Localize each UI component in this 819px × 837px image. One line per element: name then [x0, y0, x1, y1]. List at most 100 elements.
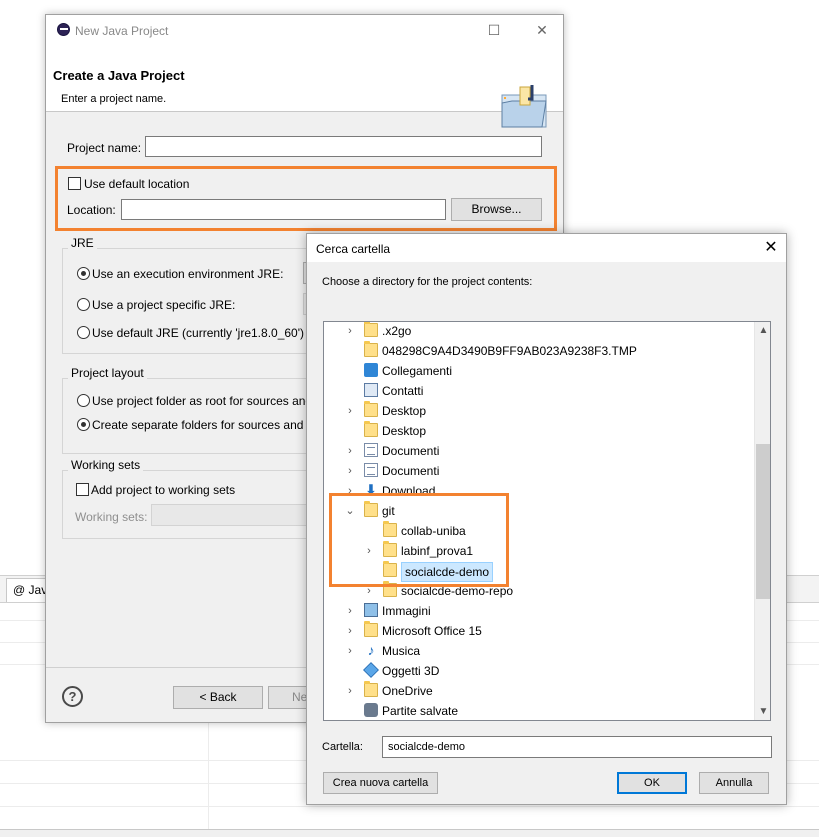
project-layout-group-title: Project layout: [68, 366, 147, 380]
project-folder-root-label: Use project folder as root for sources a…: [92, 394, 313, 408]
chevron-right-icon[interactable]: ›: [345, 444, 355, 458]
status-bar: [0, 829, 819, 837]
tree-item[interactable]: Partite salvate: [324, 701, 754, 720]
chevron-right-icon: [345, 384, 355, 398]
maximize-icon[interactable]: ☐: [484, 20, 504, 40]
folder-icon: [364, 621, 378, 637]
tree-item-label: Immagini: [382, 604, 431, 618]
links-icon: [364, 363, 378, 377]
separate-folders-label: Create separate folders for sources and …: [92, 418, 313, 432]
tree-item[interactable]: › Documenti: [324, 461, 754, 481]
wizard-heading: Create a Java Project: [53, 68, 185, 83]
location-highlight-box: [55, 166, 557, 231]
tree-item[interactable]: 048298C9A4D3490B9FF9AB023A9238F3.TMP: [324, 341, 754, 361]
scroll-thumb[interactable]: [756, 444, 770, 599]
tree-item[interactable]: Desktop: [324, 421, 754, 441]
chevron-right-icon[interactable]: ›: [345, 644, 355, 658]
chevron-right-icon: [345, 704, 355, 718]
tree-item-label: Microsoft Office 15: [382, 624, 482, 638]
javadoc-tab[interactable]: @ Jav: [6, 578, 50, 602]
chevron-right-icon[interactable]: ›: [345, 604, 355, 618]
tree-item[interactable]: Collegamenti: [324, 361, 754, 381]
tree-item-label: Desktop: [382, 424, 427, 438]
tree-item-label: OneDrive: [382, 684, 433, 698]
working-sets-field[interactable]: [151, 504, 311, 526]
tree-item[interactable]: › OneDrive: [324, 681, 754, 701]
tree-item-label: Partite salvate: [382, 704, 459, 718]
tree-scrollbar[interactable]: ▲ ▼: [754, 322, 770, 720]
project-name-input[interactable]: [145, 136, 542, 157]
tree-item[interactable]: › ♪ Musica: [324, 641, 754, 661]
chevron-right-icon[interactable]: ›: [345, 324, 355, 338]
new-folder-button[interactable]: Crea nuova cartella: [323, 772, 438, 794]
chevron-right-icon: [345, 664, 355, 678]
separate-folders-radio[interactable]: [77, 418, 90, 431]
tree-item[interactable]: › Immagini: [324, 601, 754, 621]
chevron-right-icon: [345, 344, 355, 358]
project-name-label: Project name:: [67, 141, 142, 155]
chevron-right-icon: [345, 424, 355, 438]
instruction-text: Choose a directory for the project conte…: [322, 276, 533, 288]
tree-item-label: Documenti: [382, 464, 440, 478]
close-icon[interactable]: ✕: [760, 237, 782, 259]
grid-line: [0, 806, 819, 807]
tree-item-label: .x2go: [382, 324, 412, 338]
ok-button[interactable]: OK: [617, 772, 687, 794]
tree-item-label: Oggetti 3D: [382, 664, 440, 678]
eclipse-icon: [57, 23, 70, 36]
chevron-right-icon[interactable]: ›: [345, 624, 355, 638]
working-sets-group-title: Working sets: [68, 458, 144, 472]
contacts-icon: [364, 383, 378, 397]
music-icon: ♪: [367, 642, 375, 658]
project-folder-root-radio[interactable]: [77, 394, 90, 407]
close-icon[interactable]: ✕: [532, 20, 552, 40]
tree-item[interactable]: › Documenti: [324, 441, 754, 461]
tree-item-label: Musica: [382, 644, 421, 658]
project-specific-jre-label: Use a project specific JRE:: [92, 298, 236, 312]
folder-icon: [364, 421, 378, 437]
default-jre-radio[interactable]: [77, 326, 90, 339]
folder-icon: [364, 322, 378, 337]
tree-item-label: Documenti: [382, 444, 440, 458]
chevron-right-icon[interactable]: ›: [345, 464, 355, 478]
tree-item-label: 048298C9A4D3490B9FF9AB023A9238F3.TMP: [382, 344, 637, 358]
wizard-header: Create a Java Project Enter a project na…: [46, 45, 563, 128]
chevron-right-icon: [345, 364, 355, 378]
window-title: Cerca cartella: [316, 242, 391, 256]
execution-environment-radio[interactable]: [77, 267, 90, 280]
next-button[interactable]: Ne: [268, 686, 308, 709]
default-jre-label: Use default JRE (currently 'jre1.8.0_60'…: [92, 326, 305, 340]
document-icon: [364, 463, 378, 477]
folder-icon: [364, 341, 378, 357]
title-bar: New Java Project ☐ ✕: [46, 15, 563, 45]
back-button[interactable]: < Back: [173, 686, 263, 709]
saved-games-icon: [364, 703, 378, 717]
folder-icon: [364, 681, 378, 697]
scroll-up-icon[interactable]: ▲: [755, 322, 770, 339]
pictures-icon: [364, 603, 378, 617]
tree-item[interactable]: › Desktop: [324, 401, 754, 421]
tree-item[interactable]: › Microsoft Office 15: [324, 621, 754, 641]
document-icon: [364, 443, 378, 457]
help-icon[interactable]: ?: [62, 686, 83, 707]
title-bar: Cerca cartella ✕: [307, 234, 786, 262]
tree-item[interactable]: Contatti: [324, 381, 754, 401]
tree-item-label: Collegamenti: [382, 364, 453, 378]
project-specific-jre-radio[interactable]: [77, 298, 90, 311]
add-to-working-sets-checkbox[interactable]: [76, 483, 89, 496]
tree-item[interactable]: › .x2go: [324, 322, 754, 341]
window-title: New Java Project: [75, 24, 169, 38]
tree-item-label: Desktop: [382, 404, 427, 418]
chevron-right-icon[interactable]: ›: [345, 684, 355, 698]
add-to-working-sets-label: Add project to working sets: [91, 483, 236, 497]
chevron-right-icon[interactable]: ›: [345, 404, 355, 418]
execution-environment-label: Use an execution environment JRE:: [92, 267, 284, 281]
wizard-subheading: Enter a project name.: [61, 93, 167, 105]
git-highlight-box: [329, 493, 509, 587]
folder-input[interactable]: socialcde-demo: [382, 736, 772, 758]
3d-objects-icon: [363, 662, 379, 678]
cancel-button[interactable]: Annulla: [699, 772, 769, 794]
new-project-folder-icon: [501, 85, 547, 128]
tree-item[interactable]: Oggetti 3D: [324, 661, 754, 681]
scroll-down-icon[interactable]: ▼: [755, 703, 770, 720]
